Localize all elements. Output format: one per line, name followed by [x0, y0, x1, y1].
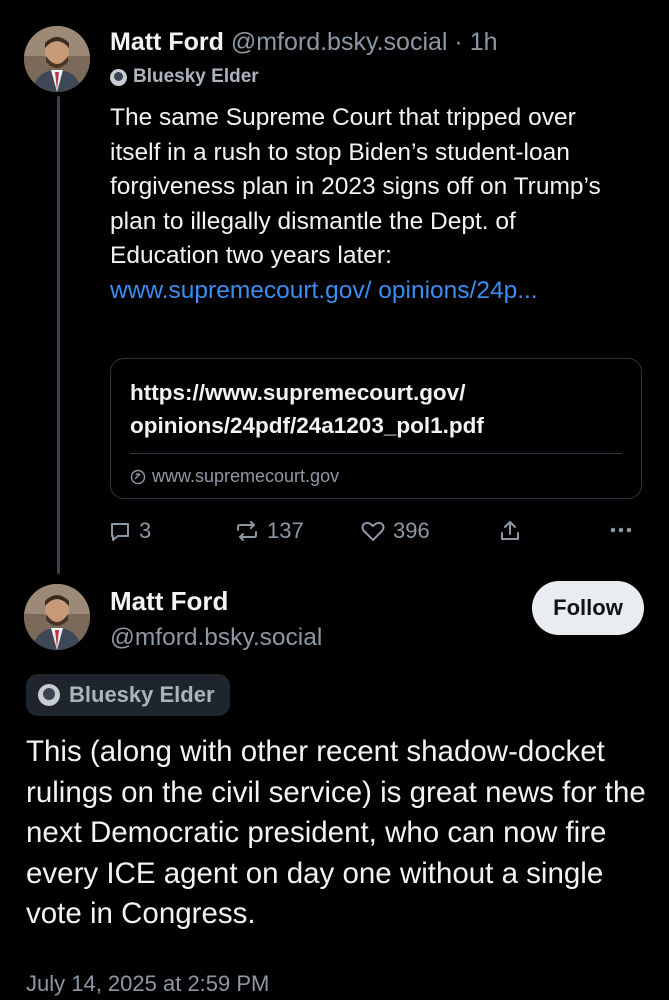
- like-icon: [361, 521, 385, 541]
- post2-badge-label: Bluesky Elder: [69, 682, 215, 707]
- post1-link[interactable]: www.supremecourt.gov/ opinions/24p...: [110, 277, 538, 304]
- post2-badge[interactable]: Bluesky Elder: [26, 674, 230, 716]
- post1-text: The same Supreme Court that tripped over…: [110, 101, 610, 308]
- post1-author-handle[interactable]: @mford.bsky.social: [231, 28, 448, 56]
- link-card[interactable]: https://www.supremecourt.gov/ opinions/2…: [110, 358, 642, 499]
- avatar-post1[interactable]: [24, 26, 90, 92]
- more-button[interactable]: [608, 518, 641, 542]
- repost-button[interactable]: 137: [234, 518, 304, 544]
- like-button[interactable]: 396: [360, 518, 430, 544]
- post1-separator: ·: [454, 28, 463, 56]
- elder-badge-icon: [38, 684, 60, 706]
- post1-author-name[interactable]: Matt Ford: [110, 28, 224, 56]
- post2-author-name[interactable]: Matt Ford: [110, 585, 228, 617]
- thread-line: [57, 96, 60, 574]
- post1-badge: Bluesky Elder: [110, 66, 259, 88]
- post2-author-handle[interactable]: @mford.bsky.social: [110, 623, 322, 653]
- link-card-domain: www.supremecourt.gov: [152, 466, 340, 486]
- link-card-title: https://www.supremecourt.gov/ opinions/2…: [130, 380, 484, 438]
- reply-count: 3: [139, 518, 152, 543]
- post1-badge-label: Bluesky Elder: [133, 66, 259, 87]
- post1-body: The same Supreme Court that tripped over…: [110, 104, 601, 269]
- more-icon: [610, 527, 632, 533]
- post2-timestamp: July 14, 2025 at 2:59 PM: [26, 971, 270, 996]
- post1-time[interactable]: 1h: [470, 28, 498, 56]
- share-button[interactable]: [498, 518, 529, 544]
- post2-text: This (along with other recent shadow-doc…: [26, 735, 646, 930]
- link-card-domain-row: www.supremecourt.gov: [130, 466, 339, 487]
- post1-header: Matt Ford @mford.bsky.social · 1h: [110, 27, 498, 57]
- link-card-divider: [130, 453, 622, 454]
- share-icon: [501, 521, 519, 540]
- like-count: 396: [393, 518, 430, 543]
- reply-icon: [111, 523, 129, 541]
- avatar-post2[interactable]: [24, 584, 90, 650]
- repost-icon: [237, 521, 257, 541]
- post1-actions: 3 137 396: [108, 518, 638, 550]
- globe-icon: [130, 469, 146, 484]
- elder-badge-icon: [110, 68, 127, 86]
- reply-button[interactable]: 3: [108, 518, 151, 544]
- follow-button[interactable]: Follow: [532, 581, 644, 635]
- repost-count: 137: [267, 518, 304, 543]
